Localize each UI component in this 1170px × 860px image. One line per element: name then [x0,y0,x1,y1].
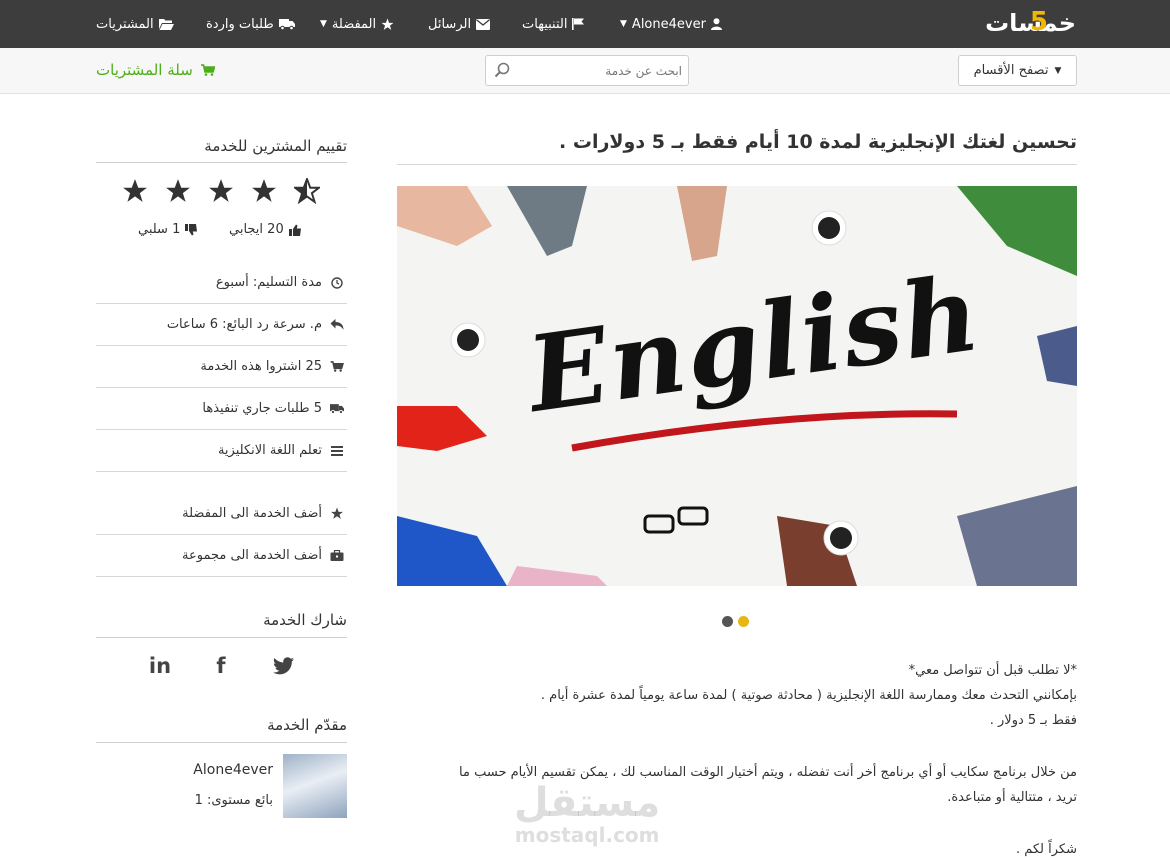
nav-incoming-label: طلبات واردة [206,16,274,32]
provider-level: بائع مستوى: 1 [194,793,273,808]
reply-icon [330,319,344,330]
info-purchases-count: 25 اشتروا هذه الخدمة [96,346,347,388]
info-label: 25 اشتروا هذه الخدمة [200,359,322,374]
nav-purchases-label: المشتريات [96,16,154,32]
sub-toolbar: تصفح الأقسام ▼ سلة المشتريات [0,48,1170,94]
star-icon [381,18,394,30]
description-line: فقط بـ 5 دولار . [989,713,1077,728]
action-label: أضف الخدمة الى مجموعة [182,548,322,563]
star-icon [331,507,343,519]
share-heading: شارك الخدمة [263,611,347,629]
add-to-favorites[interactable]: أضف الخدمة الى المفضلة [96,493,347,535]
search-box[interactable] [485,55,689,86]
thumbs-down-icon [185,223,198,235]
positive-votes: 20 ايجابي [229,222,301,237]
title-divider [397,164,1077,165]
folder-open-icon [158,19,174,30]
linkedin-icon[interactable]: in [145,653,175,679]
provider-divider [96,742,347,743]
mostaql-watermark: مستقل mostaql.com [514,782,660,846]
negative-votes: 1 سلبي [138,222,198,237]
nav-user-label: Alone4ever [631,16,706,32]
provider-heading: مقدّم الخدمة [267,716,347,734]
star-icon [123,179,147,202]
service-image[interactable]: English [397,186,1077,586]
description-line: بإمكانني التحدث معك وممارسة اللغة الإنجل… [540,688,1077,703]
info-orders-in-progress: 5 طلبات جاري تنفيذها [96,388,347,430]
cart-link-label: سلة المشتريات [96,61,193,79]
chevron-down-icon: ▼ [320,19,327,29]
nav-incoming-requests[interactable]: طلبات واردة [206,15,295,33]
description-line: *لا تطلب قبل أن تتواصل معي* [908,663,1077,678]
truck-icon [330,404,344,414]
thumbs-up-icon [288,224,301,236]
truck-icon [278,19,295,30]
negative-votes-label: 1 سلبي [138,222,181,237]
slider-dots [722,616,749,627]
info-category[interactable]: تعلم اللغة الانكليزية [96,430,347,472]
provider-name[interactable]: Alone4ever [193,762,273,778]
star-icon [166,179,190,202]
rating-divider [96,162,347,163]
search-icon[interactable] [494,62,510,78]
rating-heading: تقييم المشترين للخدمة [204,137,347,155]
browse-categories-button[interactable]: تصفح الأقسام ▼ [958,55,1077,86]
browse-categories-label: تصفح الأقسام [973,63,1049,78]
nav-notifications-label: التنبيهات [522,16,568,32]
nav-favorites-label: المفضلة [331,16,377,32]
description-line: من خلال برنامج سكايب أو أي برنامج أخر أن… [459,765,1077,780]
info-delivery-time: مدة التسليم: أسبوع [96,262,347,304]
star-icon [209,179,233,202]
logo-numeral: 5 [1029,7,1048,37]
description-line: تريد ، متتالية أو متباعدة. [947,790,1077,805]
nav-user-menu[interactable]: ▼ Alone4ever [620,15,722,33]
rating-stars [122,178,320,204]
positive-votes-label: 20 ايجابي [229,222,284,237]
cart-icon [200,64,215,76]
action-label: أضف الخدمة الى المفضلة [182,506,322,521]
top-navbar: خمسات 5 ▼ Alone4ever التنبيهات الرسائل ▼… [0,0,1170,48]
watermark-arabic: مستقل [514,780,661,826]
slider-dot[interactable] [722,616,733,627]
flag-icon [572,18,585,30]
share-divider [96,637,347,638]
slider-dot-active[interactable] [738,616,749,627]
nav-favorites[interactable]: ▼ المفضلة [320,15,394,33]
service-description: *لا تطلب قبل أن تتواصل معي* بإمكانني الت… [387,658,1077,860]
chevron-down-icon: ▼ [620,19,627,29]
star-half-icon [294,178,320,204]
envelope-icon [476,18,491,30]
description-line: شكراً لكم . [1015,842,1077,857]
info-label: تعلم اللغة الانكليزية [217,443,322,458]
cart-link[interactable]: سلة المشتريات [96,61,215,79]
avatar[interactable] [283,754,347,818]
info-label: مدة التسليم: أسبوع [215,275,322,290]
nav-purchases[interactable]: المشتريات [96,15,174,33]
nav-notifications[interactable]: التنبيهات [522,15,585,33]
add-to-collection[interactable]: أضف الخدمة الى مجموعة [96,535,347,577]
site-logo[interactable]: خمسات 5 [976,7,1077,37]
list-icon [331,445,343,456]
watermark-latin: mostaql.com [514,823,660,847]
chevron-down-icon: ▼ [1054,65,1062,76]
twitter-icon[interactable] [268,653,298,679]
search-input[interactable] [514,60,682,82]
info-label: 5 طلبات جاري تنفيذها [202,401,322,416]
briefcase-icon [330,550,344,561]
clock-icon [331,276,343,289]
cart-icon [330,361,344,372]
info-response-time: م. سرعة رد البائع: 6 ساعات [96,304,347,346]
service-title: تحسين لغتك الإنجليزية لمدة 10 أيام فقط ب… [559,131,1077,153]
nav-messages-label: الرسائل [428,16,472,32]
facebook-icon[interactable]: f [206,653,236,679]
star-icon [252,179,276,202]
user-icon [710,18,722,30]
nav-messages[interactable]: الرسائل [428,15,491,33]
twitter-bird [272,657,294,675]
info-label: م. سرعة رد البائع: 6 ساعات [166,317,322,332]
